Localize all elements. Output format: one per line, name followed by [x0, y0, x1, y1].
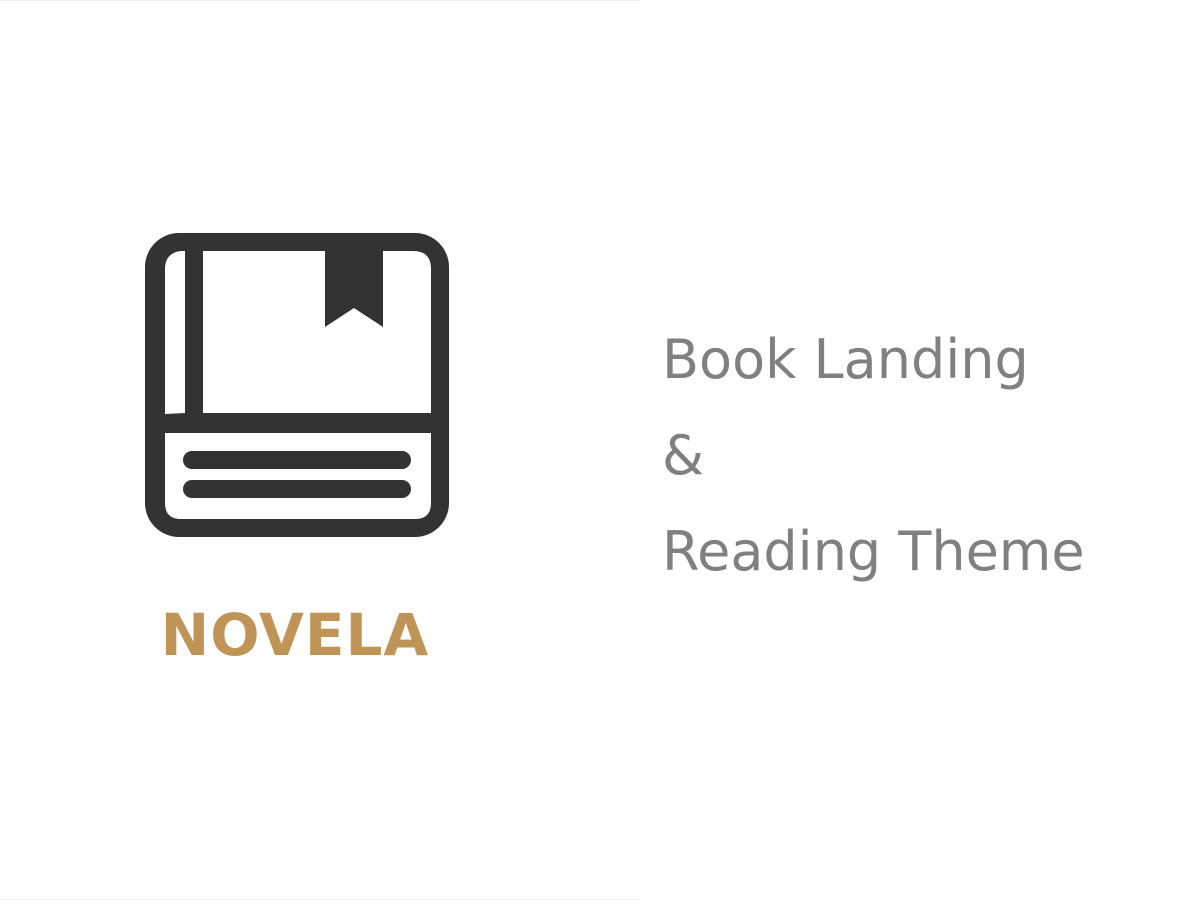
brand-name: NOVELA [160, 601, 430, 669]
book-with-bookmark-icon [145, 233, 449, 537]
tagline: Book Landing & Reading Theme [662, 312, 1085, 600]
logo-panel: NOVELA [0, 0, 640, 900]
tagline-line-2: & [662, 424, 705, 487]
tagline-line-3: Reading Theme [662, 520, 1085, 583]
tagline-line-1: Book Landing [662, 328, 1029, 391]
